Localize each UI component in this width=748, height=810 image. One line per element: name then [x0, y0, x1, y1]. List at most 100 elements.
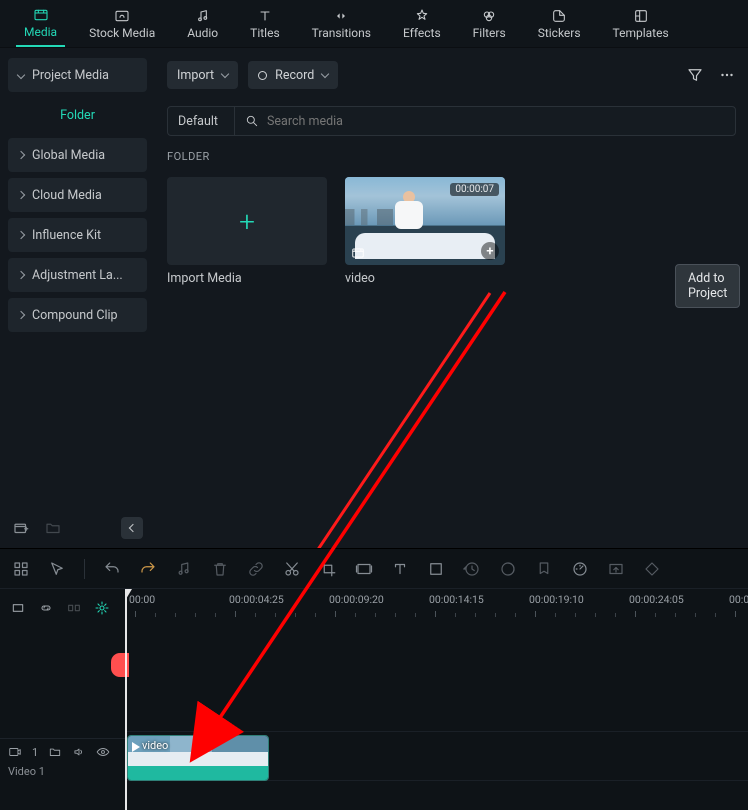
media-grid: + Import Media 00:00:07 + video Add to P…	[167, 177, 736, 286]
tab-templates[interactable]: Templates	[605, 0, 677, 47]
duration-badge: 00:00:07	[450, 183, 499, 196]
sidebar-item-label: Global Media	[32, 148, 105, 163]
add-to-project-tooltip: Add to Project	[675, 264, 740, 308]
ruler-time: 00:00:14:15	[429, 593, 484, 606]
add-to-project-button[interactable]: +	[481, 242, 499, 260]
mask-icon[interactable]	[427, 560, 445, 578]
history-icon[interactable]	[463, 560, 481, 578]
sidebar-item-label: Compound Clip	[32, 308, 118, 323]
audio-icon	[193, 8, 213, 24]
media-card-caption: video	[345, 271, 505, 286]
cut-icon[interactable]	[283, 560, 301, 578]
auto-ripple-icon[interactable]	[94, 600, 110, 616]
marker-icon[interactable]	[535, 560, 553, 578]
import-media-card[interactable]: + Import Media	[167, 177, 327, 286]
tab-label: Filters	[473, 26, 506, 40]
music-icon[interactable]	[175, 560, 193, 578]
tab-titles[interactable]: Titles	[242, 0, 287, 47]
search-row: Default	[167, 106, 736, 136]
track-name: Video 1	[0, 765, 125, 778]
import-thumb[interactable]: +	[167, 177, 327, 265]
sidebar-item-compound-clip[interactable]: Compound Clip	[8, 298, 147, 332]
keyframe-icon[interactable]	[643, 560, 661, 578]
playhead[interactable]	[125, 589, 127, 810]
ruler-time: 00:00:09:20	[329, 593, 384, 606]
sort-default-button[interactable]: Default	[168, 107, 235, 135]
folder-track-icon[interactable]	[48, 745, 62, 759]
video-media-card[interactable]: 00:00:07 + video Add to Project	[345, 177, 505, 286]
magnet-icon[interactable]	[10, 600, 26, 616]
new-bin-icon[interactable]	[12, 519, 30, 537]
speed-icon[interactable]	[571, 560, 589, 578]
timeline-clip[interactable]: video	[127, 735, 269, 781]
new-folder-icon[interactable]	[44, 519, 62, 537]
video-thumb[interactable]: 00:00:07 +	[345, 177, 505, 265]
tab-label: Effects	[403, 26, 441, 40]
tab-filters[interactable]: Filters	[465, 0, 514, 47]
filters-icon	[479, 8, 499, 24]
more-icon[interactable]	[718, 66, 736, 84]
visibility-icon[interactable]	[96, 745, 110, 759]
search-input[interactable]	[267, 114, 725, 129]
sidebar-item-label: Cloud Media	[32, 188, 102, 203]
titles-icon	[255, 8, 275, 24]
sidebar-item-folder[interactable]: Folder	[8, 98, 147, 132]
frame-icon[interactable]	[355, 560, 373, 578]
tab-transitions[interactable]: Transitions	[304, 0, 379, 47]
tab-label: Transitions	[312, 26, 371, 40]
tab-label: Stickers	[538, 26, 581, 40]
redo-icon[interactable]	[139, 560, 157, 578]
sidebar-item-project-media[interactable]: Project Media	[8, 58, 147, 92]
text-icon[interactable]	[391, 560, 409, 578]
ripple-icon[interactable]	[66, 600, 82, 616]
track-count: 1	[32, 746, 38, 759]
mute-track-icon[interactable]	[72, 745, 86, 759]
tab-effects[interactable]: Effects	[395, 0, 449, 47]
video-track-icon	[8, 745, 22, 759]
chevron-right-icon	[17, 271, 25, 279]
cloud-icon	[112, 8, 132, 24]
transitions-icon	[331, 8, 351, 24]
link-toggle-icon[interactable]	[38, 600, 54, 616]
link-icon[interactable]	[247, 560, 265, 578]
record-icon	[258, 71, 267, 80]
ruler-time: 00:00	[129, 593, 155, 606]
tab-label: Stock Media	[89, 26, 155, 40]
chevron-right-icon	[17, 151, 25, 159]
pointer-icon[interactable]	[48, 560, 66, 578]
templates-icon	[631, 8, 651, 24]
media-icon	[31, 7, 51, 23]
tab-audio[interactable]: Audio	[179, 0, 226, 47]
play-icon	[132, 742, 140, 752]
ruler-time: 00:00:24:05	[629, 593, 684, 606]
sidebar-item-label: Folder	[60, 108, 95, 123]
main-panel: Import Record Default FOLDER + Import Me…	[155, 48, 748, 548]
ruler-time: 00:00:29:0	[729, 593, 748, 606]
sidebar-item-influence-kit[interactable]: Influence Kit	[8, 218, 147, 252]
sidebar-item-global-media[interactable]: Global Media	[8, 138, 147, 172]
collapse-sidebar-button[interactable]	[121, 517, 143, 539]
undo-icon[interactable]	[103, 560, 121, 578]
video-track-row[interactable]: video	[125, 731, 748, 781]
sidebar-footer	[8, 508, 147, 548]
sidebar-item-label: Influence Kit	[32, 228, 101, 243]
sidebar-item-adjustment-layer[interactable]: Adjustment La...	[8, 258, 147, 292]
color-icon[interactable]	[499, 560, 517, 578]
delete-icon[interactable]	[211, 560, 229, 578]
clip-label: video	[142, 739, 168, 752]
record-button[interactable]: Record	[248, 61, 338, 89]
tab-stickers[interactable]: Stickers	[530, 0, 589, 47]
tab-media[interactable]: Media	[16, 0, 65, 47]
timeline-ruler[interactable]: 00:0000:00:04:2500:00:09:2000:00:14:1500…	[125, 589, 748, 627]
sidebar-item-cloud-media[interactable]: Cloud Media	[8, 178, 147, 212]
filter-icon[interactable]	[686, 66, 704, 84]
tab-label: Media	[24, 25, 57, 39]
chevron-down-icon	[221, 69, 229, 77]
tab-stock-media[interactable]: Stock Media	[81, 0, 163, 47]
import-button[interactable]: Import	[167, 61, 238, 89]
export-frame-icon[interactable]	[607, 560, 625, 578]
crop-icon[interactable]	[319, 560, 337, 578]
timeline-left-panel: 1 Video 1	[0, 589, 125, 810]
timeline-tracks-area[interactable]: 00:0000:00:04:2500:00:09:2000:00:14:1500…	[125, 589, 748, 810]
grid-view-icon[interactable]	[12, 560, 30, 578]
